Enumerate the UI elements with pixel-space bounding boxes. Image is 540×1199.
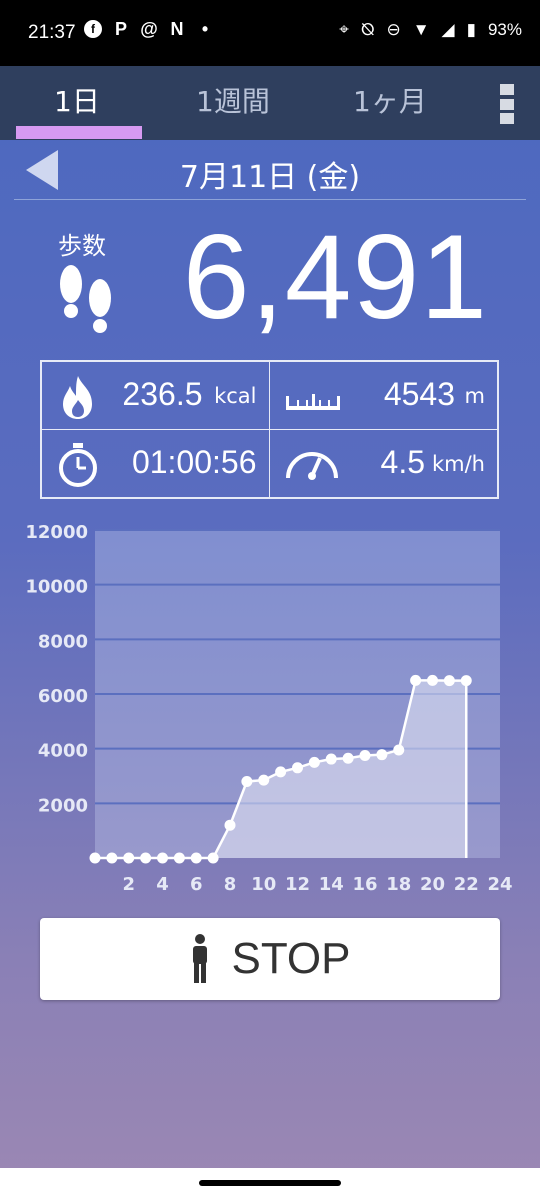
ruler-icon [285, 394, 340, 410]
chart-data-point [224, 819, 236, 831]
tab-day[interactable]: 1日 [54, 80, 100, 120]
chart-x-tick-label: 16 [352, 874, 377, 895]
status-bar: 21:37 f P @ N • ⌖ ⦰ ⊖ ▼ ◢ ▮ 93% [0, 0, 540, 66]
distance-cell: 4543 m [269, 362, 497, 430]
chart-data-point [106, 852, 118, 864]
steps-chart-svg: 200040006000800010000120002 4 6 8 10 12 14 16 18… [25, 522, 512, 895]
p-icon: P [114, 18, 127, 39]
tab-month[interactable]: 1ヶ月 [353, 80, 427, 120]
chart-y-tick-label: 8000 [38, 631, 88, 652]
date-divider [14, 199, 526, 200]
chart-x-tick-label: 14 [319, 874, 344, 895]
footprints-icon [60, 265, 111, 333]
tab-week[interactable]: 1週間 [196, 80, 270, 120]
distance-value: 4543 [383, 376, 455, 412]
steps-value: 6,491 [182, 210, 488, 344]
chart-x-tick-label: 22 [454, 874, 479, 895]
location-icon: ⌖ [339, 20, 349, 39]
wifi-icon: ▼ [412, 20, 430, 39]
stop-button[interactable]: STOP [40, 918, 500, 1000]
n-icon: N [170, 18, 184, 39]
calories-value: 236.5 [122, 376, 203, 412]
steps-chart: 2000 4000 6000 8000 10000 12000 2 4 6 8 10 12 14 16 18… [0, 510, 540, 900]
chart-data-point [123, 852, 135, 864]
chart-data-point [258, 774, 270, 786]
calories-cell: 236.5 kcal [42, 362, 270, 430]
speed-value: 4.5 [380, 443, 425, 480]
dot-icon: • [201, 18, 209, 39]
chart-data-point [376, 749, 388, 761]
distance-unit: m [464, 384, 485, 408]
walking-person-icon [193, 934, 208, 983]
chart-x-tick-label: 20 [420, 874, 445, 895]
facebook-icon: f [84, 20, 102, 38]
chart-y-tick-label: 10000 [25, 577, 88, 598]
chart-data-point [173, 852, 185, 864]
chart-data-point [292, 762, 303, 774]
speedometer-icon [285, 451, 338, 480]
chart-data-point [359, 750, 371, 761]
date-text: 7月11日 (金) [179, 160, 361, 195]
chart-data-point [342, 752, 354, 764]
home-indicator[interactable] [199, 1180, 341, 1186]
chart-data-point [393, 744, 405, 756]
speed-unit: km/h [431, 451, 485, 476]
chart-x-tick-label: 2 [122, 874, 135, 895]
chart-data-point [325, 753, 337, 765]
chart-x-tick-label: 10 [251, 874, 276, 895]
active-tab-indicator [16, 126, 142, 139]
chart-y-tick-label: 4000 [38, 741, 88, 762]
chart-data-point [207, 852, 219, 864]
chart-data-point [157, 852, 168, 864]
chart-x-tick-label: 6 [190, 874, 203, 895]
speed-cell: 4.5 km/h [270, 430, 498, 498]
chart-data-point [190, 852, 202, 864]
chart-y-tick-label: 6000 [38, 686, 88, 707]
battery-percent: 93% [487, 20, 522, 39]
chart-data-point [241, 775, 253, 787]
chart-y-tick-label: 12000 [25, 522, 88, 543]
calories-unit: kcal [214, 384, 257, 408]
signal-icon: ◢ [441, 20, 455, 39]
chart-y-tick-label: 2000 [38, 795, 88, 816]
stopwatch-icon [59, 442, 97, 487]
overflow-menu-icon[interactable] [500, 84, 514, 124]
chart-x-tick-label: 12 [285, 874, 310, 895]
chart-data-point [427, 674, 438, 686]
chart-data-point [89, 852, 101, 864]
chart-data-point [460, 675, 472, 687]
status-app-icons: f P @ N • [84, 18, 214, 39]
battery-icon: ▮ [466, 20, 476, 39]
time-value: 01:00:56 [131, 443, 257, 480]
date-header: 7月11日 (金) [0, 140, 540, 202]
threads-icon: @ [140, 18, 158, 39]
chart-data-point [410, 674, 422, 686]
dnd-icon: ⊖ [386, 20, 401, 39]
status-system-icons: ⌖ ⦰ ⊖ ▼ ◢ ▮ 93% [339, 20, 522, 40]
flame-icon [63, 376, 92, 419]
chart-x-tick-label: 24 [487, 874, 512, 895]
chart-data-point [443, 675, 455, 687]
stats-grid: 236.5 kcal 4543 m 01:00:56 4.5 km/h [40, 360, 499, 499]
steps-label: 歩数 [58, 232, 106, 260]
chart-x-tick-label: 18 [386, 874, 411, 895]
vibrate-off-icon: ⦰ [360, 20, 375, 39]
chart-data-point [140, 852, 152, 864]
chart-data-point [275, 766, 287, 778]
status-time: 21:37 [28, 22, 76, 43]
chart-x-tick-label: 4 [156, 874, 169, 895]
stop-button-label: STOP [231, 934, 351, 983]
time-cell: 01:00:56 [42, 429, 270, 497]
chart-data-point [308, 756, 320, 768]
chart-x-tick-label: 8 [224, 874, 237, 895]
